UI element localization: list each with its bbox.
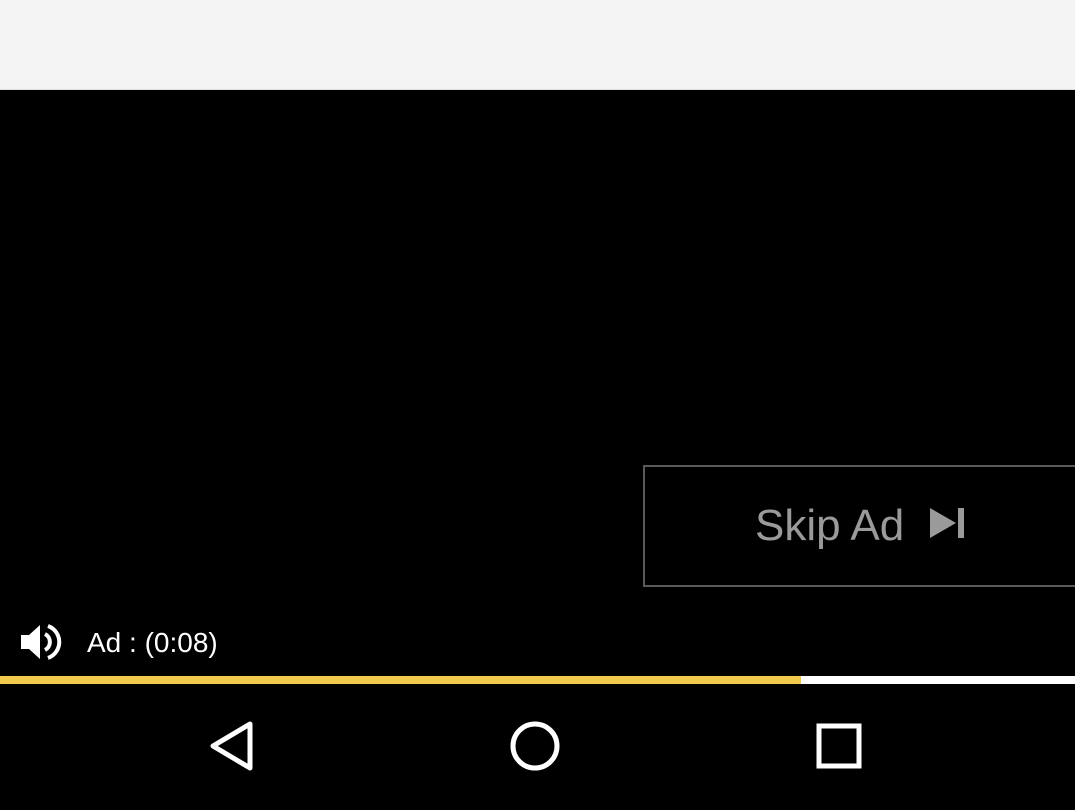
back-icon[interactable]: [200, 714, 264, 778]
app-top-bar: [0, 0, 1075, 90]
skip-next-icon: [930, 508, 964, 538]
recents-icon[interactable]: [807, 714, 871, 778]
ad-progress-bar[interactable]: [0, 676, 1075, 684]
ad-progress-played: [0, 676, 801, 684]
skip-ad-button[interactable]: Skip Ad: [643, 465, 1075, 587]
video-player[interactable]: Skip Ad Ad : (0:08): [0, 90, 1075, 684]
skip-ad-label: Skip Ad: [755, 501, 905, 550]
volume-on-icon[interactable]: [18, 620, 62, 664]
system-nav-bar: [0, 684, 1075, 810]
ad-countdown: Ad : (0:08): [87, 627, 218, 658]
home-icon[interactable]: [503, 714, 567, 778]
